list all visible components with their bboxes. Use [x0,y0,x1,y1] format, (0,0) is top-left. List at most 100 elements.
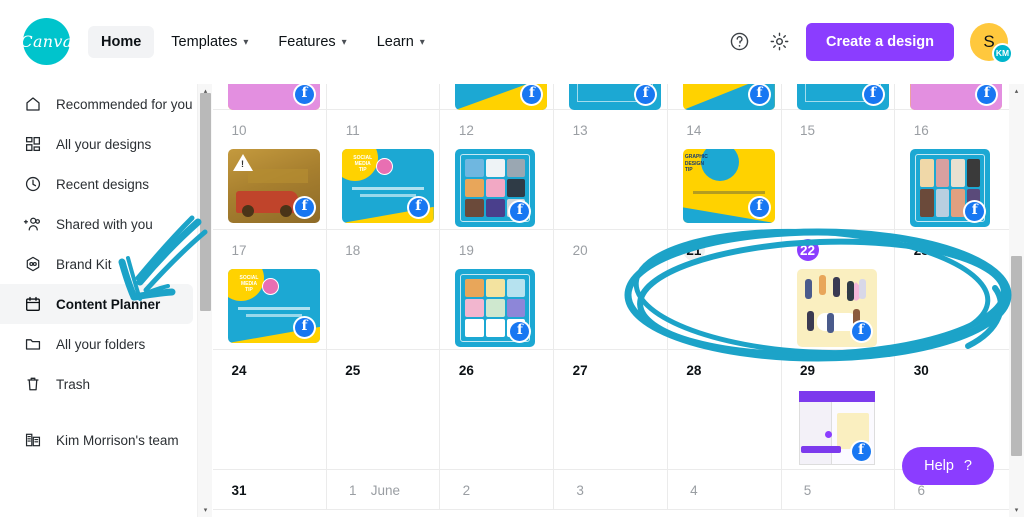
day-number[interactable]: 27 [569,359,591,381]
sidebar-item-brand-kit[interactable]: Brand Kit [0,244,193,284]
calendar-day-cell[interactable]: 12 f [440,110,555,229]
calendar-day-cell[interactable]: 19 f [440,230,555,349]
design-thumbnail: f [910,84,1003,110]
facebook-badge-icon: f [293,84,316,106]
calendar-day-cell[interactable] [327,84,441,110]
sidebar-item-content-planner[interactable]: Content Planner [0,284,193,324]
scroll-down-arrow-icon[interactable]: ▾ [198,503,213,517]
day-number[interactable]: 10 [228,119,250,141]
sidebar-item-all-your-folders[interactable]: All your folders [0,324,193,364]
sidebar-item-label: All your folders [56,336,146,352]
sidebar-scrollbar[interactable]: ▴ ▾ [197,84,212,517]
sidebar: Recommended for you All your designs Rec… [0,84,197,517]
day-header: 25 [327,359,440,381]
calendar-day-cell[interactable]: 28 [668,350,782,469]
scroll-up-arrow-icon[interactable]: ▴ [1009,84,1024,98]
day-number[interactable]: 2 [455,479,477,501]
shared-users-icon [23,215,42,234]
calendar-day-cell[interactable]: f [440,84,555,110]
calendar-day-cell[interactable]: 11 SOCIAL MEDIA TIP f [327,110,441,229]
day-number[interactable]: 23 [910,239,932,261]
day-number[interactable]: 16 [910,119,932,141]
calendar-day-cell[interactable]: 26 [440,350,555,469]
day-header: 27 [554,359,667,381]
sidebar-item-shared-with-you[interactable]: Shared with you [0,204,193,244]
calendar-scrollbar[interactable]: ▴ ▾ [1009,84,1024,517]
day-number[interactable]: 11 [342,119,364,141]
calendar-day-cell[interactable]: f [213,84,327,110]
sidebar-item-recommended-for-you[interactable]: Recommended for you [0,84,193,124]
calendar-day-cell[interactable]: 24 [213,350,327,469]
calendar-day-cell[interactable]: 25 [327,350,441,469]
day-number[interactable]: 19 [455,239,477,261]
day-number[interactable]: 26 [455,359,477,381]
calendar-day-cell[interactable]: 3 [554,470,668,509]
calendar-day-cell[interactable]: f [554,84,668,110]
calendar-week-row: ffffff [213,84,1009,110]
calendar-day-cell[interactable]: 1 June [327,470,441,509]
calendar-day-cell[interactable]: 18 [327,230,441,349]
question-circle-icon[interactable] [726,29,752,55]
calendar-day-cell[interactable]: 23 [895,230,1009,349]
calendar-day-cell[interactable]: 16 f [895,110,1009,229]
calendar-scrollbar-thumb[interactable] [1011,256,1022,456]
calendar-day-cell[interactable]: 20 [554,230,668,349]
day-header: 2 [440,479,553,501]
day-number[interactable]: 18 [342,239,364,261]
day-header: 14 [668,119,781,141]
day-number[interactable]: 22 [796,239,819,261]
day-number[interactable]: 17 [228,239,250,261]
day-number[interactable]: 1 [342,479,364,501]
day-number[interactable]: 20 [569,239,591,261]
day-number[interactable]: 31 [228,479,250,501]
day-number[interactable]: 21 [682,239,705,261]
day-number[interactable]: 15 [797,119,819,141]
calendar-day-cell[interactable]: f [895,84,1009,110]
calendar-day-cell[interactable]: 27 [554,350,668,469]
calendar-day-cell[interactable]: 22 f [782,230,896,349]
nav-item-learn[interactable]: Learn ▾ [364,26,438,58]
calendar-day-cell[interactable]: f [668,84,782,110]
calendar-day-cell[interactable]: 2 [440,470,555,509]
nav-item-templates[interactable]: Templates ▾ [158,26,261,58]
canva-logo-icon[interactable]: Canva [20,18,72,65]
nav-item-home[interactable]: Home [88,25,155,58]
day-number[interactable]: 4 [683,479,705,501]
design-thumbnail: f [455,84,548,110]
day-number[interactable]: 13 [569,119,591,141]
create-a-design-button[interactable]: Create a design [806,22,954,61]
nav-item-features[interactable]: Features ▾ [265,26,359,58]
calendar-icon [23,295,42,314]
day-number[interactable]: 14 [683,119,705,141]
calendar-day-cell[interactable]: 14 GRAPHIC DESIGN TIP f [668,110,782,229]
day-number[interactable]: 25 [342,359,364,381]
day-number[interactable]: 12 [455,119,477,141]
calendar-day-cell[interactable]: 10 f [213,110,327,229]
day-number[interactable]: 28 [683,359,705,381]
gear-icon[interactable] [766,29,792,55]
calendar-day-cell[interactable]: 15 [782,110,896,229]
sidebar-scrollbar-thumb[interactable] [200,93,211,311]
day-number[interactable]: 30 [910,359,932,381]
day-number[interactable]: 29 [797,359,819,381]
calendar-day-cell[interactable]: 5 [782,470,896,509]
sidebar-item-trash[interactable]: Trash [0,364,193,404]
calendar-day-cell[interactable]: f [782,84,896,110]
day-number[interactable]: 5 [797,479,819,501]
day-number[interactable]: 3 [569,479,591,501]
sidebar-item-team[interactable]: Kim Morrison's team [0,420,193,460]
day-number[interactable]: 24 [228,359,250,381]
scroll-down-arrow-icon[interactable]: ▾ [1009,503,1024,517]
avatar[interactable]: S KM [970,22,1013,64]
help-button[interactable]: Help ? [902,447,994,485]
calendar-day-cell[interactable]: 21 [668,230,782,349]
calendar-day-cell[interactable]: 29 f [782,350,896,469]
day-header: 23 [895,239,1009,261]
help-label: Help [924,458,954,474]
calendar-day-cell[interactable]: 31 [213,470,327,509]
calendar-day-cell[interactable]: 4 [668,470,782,509]
calendar-day-cell[interactable]: 13 [554,110,668,229]
calendar-day-cell[interactable]: 17 SOCIAL MEDIA TIP f [213,230,327,349]
sidebar-item-all-your-designs[interactable]: All your designs [0,124,193,164]
sidebar-item-recent-designs[interactable]: Recent designs [0,164,193,204]
